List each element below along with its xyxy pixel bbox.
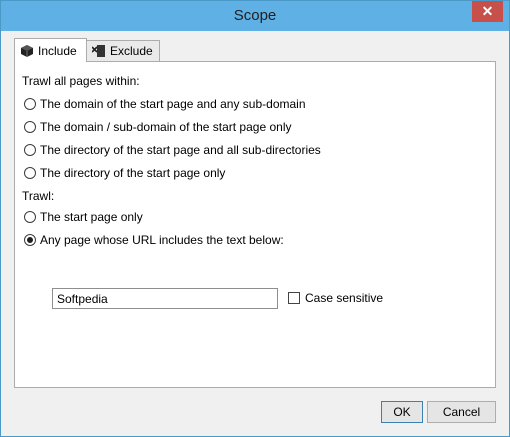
url-text-input[interactable] [52,288,278,309]
radio-label: The directory of the start page only [40,166,226,180]
title-bar[interactable]: Scope ✕ [1,1,509,31]
radio-url-includes-text[interactable]: Any page whose URL includes the text bel… [24,233,284,247]
tab-include[interactable]: Include [14,38,87,62]
tab-exclude-label: Exclude [110,44,153,58]
radio-directory-only[interactable]: The directory of the start page only [24,166,225,180]
scope-dialog: Scope ✕ Include Exclude Trawl all pages … [0,0,510,437]
radio-directory-and-subdirectories[interactable]: The directory of the start page and all … [24,143,321,157]
radio-label: The start page only [40,210,143,224]
radio-label: The domain / sub-domain of the start pag… [40,120,292,134]
radio-label: The directory of the start page and all … [40,143,321,157]
radio-label: The domain of the start page and any sub… [40,97,306,111]
radio-button[interactable] [24,98,36,110]
radio-label: Any page whose URL includes the text bel… [40,233,284,247]
ok-button[interactable]: OK [381,401,423,423]
close-icon: ✕ [481,3,494,19]
window-title: Scope [233,7,277,24]
tab-exclude[interactable]: Exclude [86,40,160,61]
case-sensitive-checkbox[interactable] [288,292,300,304]
include-panel: Trawl all pages within: The domain of th… [14,61,496,388]
dialog-body: Include Exclude Trawl all pages within: … [8,31,502,429]
radio-domain-and-subdomains[interactable]: The domain of the start page and any sub… [24,97,306,111]
close-button[interactable]: ✕ [472,1,503,22]
within-section-label: Trawl all pages within: [22,74,140,88]
cancel-button[interactable]: Cancel [427,401,496,423]
case-sensitive-label: Case sensitive [305,291,384,305]
exclude-icon [92,45,105,57]
radio-domain-only[interactable]: The domain / sub-domain of the start pag… [24,120,291,134]
radio-button[interactable] [24,144,36,156]
radio-button[interactable] [24,121,36,133]
cube-icon [21,44,33,57]
radio-button[interactable] [24,167,36,179]
tab-include-label: Include [38,43,77,58]
case-sensitive-option[interactable]: Case sensitive [288,291,383,305]
radio-start-page-only[interactable]: The start page only [24,210,143,224]
radio-button-selected[interactable] [24,234,36,246]
radio-button[interactable] [24,211,36,223]
trawl-section-label: Trawl: [22,189,55,203]
